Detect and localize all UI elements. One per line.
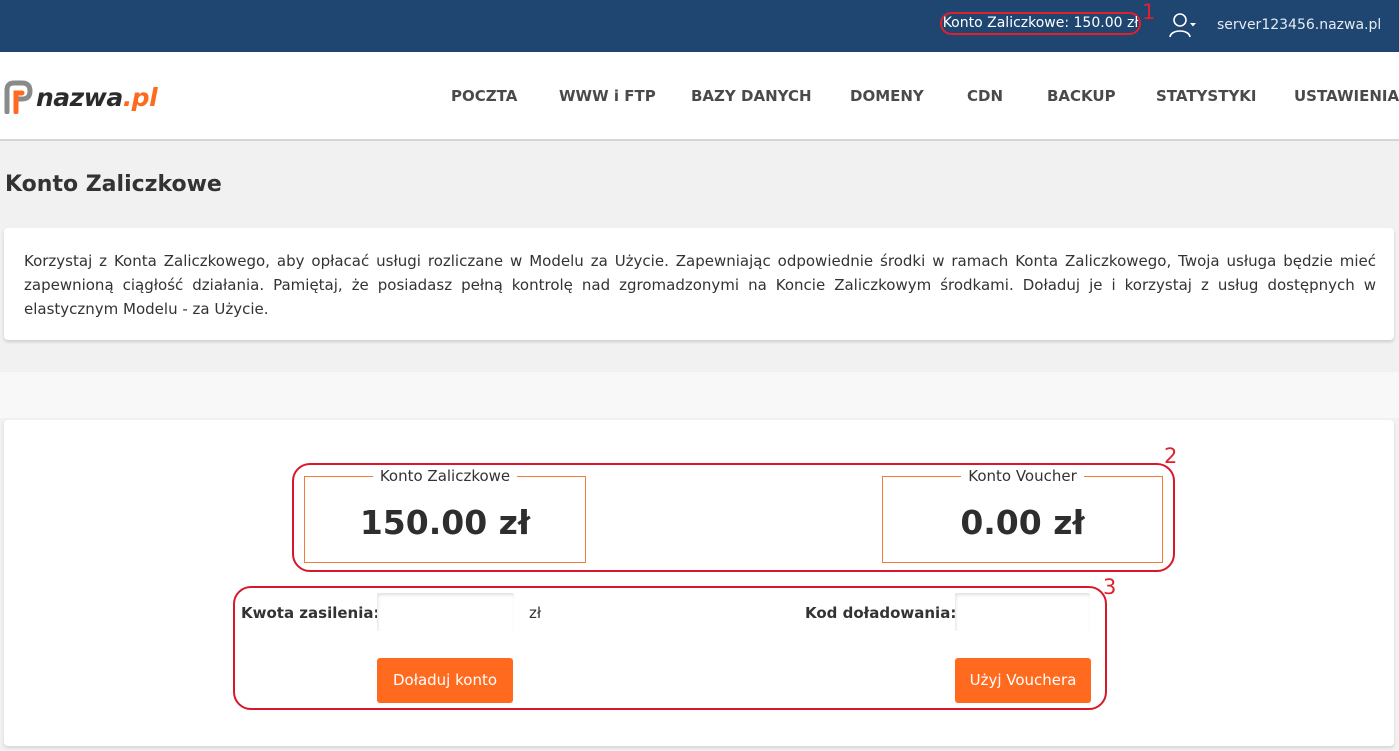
nav-item-cdn[interactable]: CDN [967, 86, 1003, 106]
voucher-code-input[interactable] [955, 593, 1090, 631]
advance-account-balance-link[interactable]: Konto Zaliczkowe: 150.00 zł [940, 12, 1141, 35]
annotation-marker-1: 1 [1142, 0, 1156, 24]
user-menu-icon[interactable] [1168, 11, 1196, 39]
logo-mark-icon [4, 80, 33, 114]
nav-item-domeny[interactable]: DOMENY [850, 86, 924, 106]
topup-amount-input[interactable] [377, 593, 514, 631]
nav-item-ustawienia[interactable]: USTAWIENIA [1294, 86, 1399, 106]
logo-text: nazwa.pl [36, 82, 158, 112]
top-bar: Konto Zaliczkowe: 150.00 zł 1 server1234… [0, 0, 1399, 52]
annotation-marker-2: 2 [1164, 444, 1178, 468]
user-icon [1169, 13, 1196, 38]
currency-unit: zł [529, 604, 542, 622]
voucher-account-legend: Konto Voucher [883, 466, 1162, 486]
page-title: Konto Zaliczkowe [5, 172, 222, 197]
description-text: Korzystaj z Konta Zaliczkowego, aby opła… [24, 252, 1376, 318]
use-voucher-button[interactable]: Użyj Vouchera [955, 658, 1091, 703]
topup-button[interactable]: Doładuj konto [377, 658, 513, 703]
nav-item-poczta[interactable]: POCZTA [451, 86, 517, 106]
nav-item-bazy-danych[interactable]: BAZY DANYCH [691, 86, 812, 106]
description-card: Korzystaj z Konta Zaliczkowego, aby opła… [4, 228, 1394, 340]
nav-item-www-ftp[interactable]: WWW i FTP [559, 86, 656, 106]
server-name[interactable]: server123456.nazwa.pl [1217, 15, 1381, 35]
voucher-account-amount: 0.00 zł [960, 503, 1085, 542]
advance-account-legend: Konto Zaliczkowe [305, 466, 585, 486]
account-panel: 2 Konto Zaliczkowe 150.00 zł Konto Vouch… [4, 420, 1394, 746]
main-nav: nazwa.pl POCZTA WWW i FTP BAZY DANYCH DO… [0, 52, 1399, 141]
annotation-marker-3: 3 [1103, 575, 1117, 599]
voucher-account-box: Konto Voucher 0.00 zł [882, 467, 1163, 563]
logo[interactable]: nazwa.pl [4, 79, 158, 115]
advance-account-box: Konto Zaliczkowe 150.00 zł [304, 467, 586, 563]
nav-item-statystyki[interactable]: STATYSTYKI [1156, 86, 1257, 106]
section-divider [0, 372, 1399, 418]
voucher-code-label: Kod doładowania: [805, 604, 957, 622]
advance-account-amount: 150.00 zł [359, 503, 531, 542]
nav-item-backup[interactable]: BACKUP [1047, 86, 1116, 106]
topup-amount-label: Kwota zasilenia: [241, 604, 380, 622]
